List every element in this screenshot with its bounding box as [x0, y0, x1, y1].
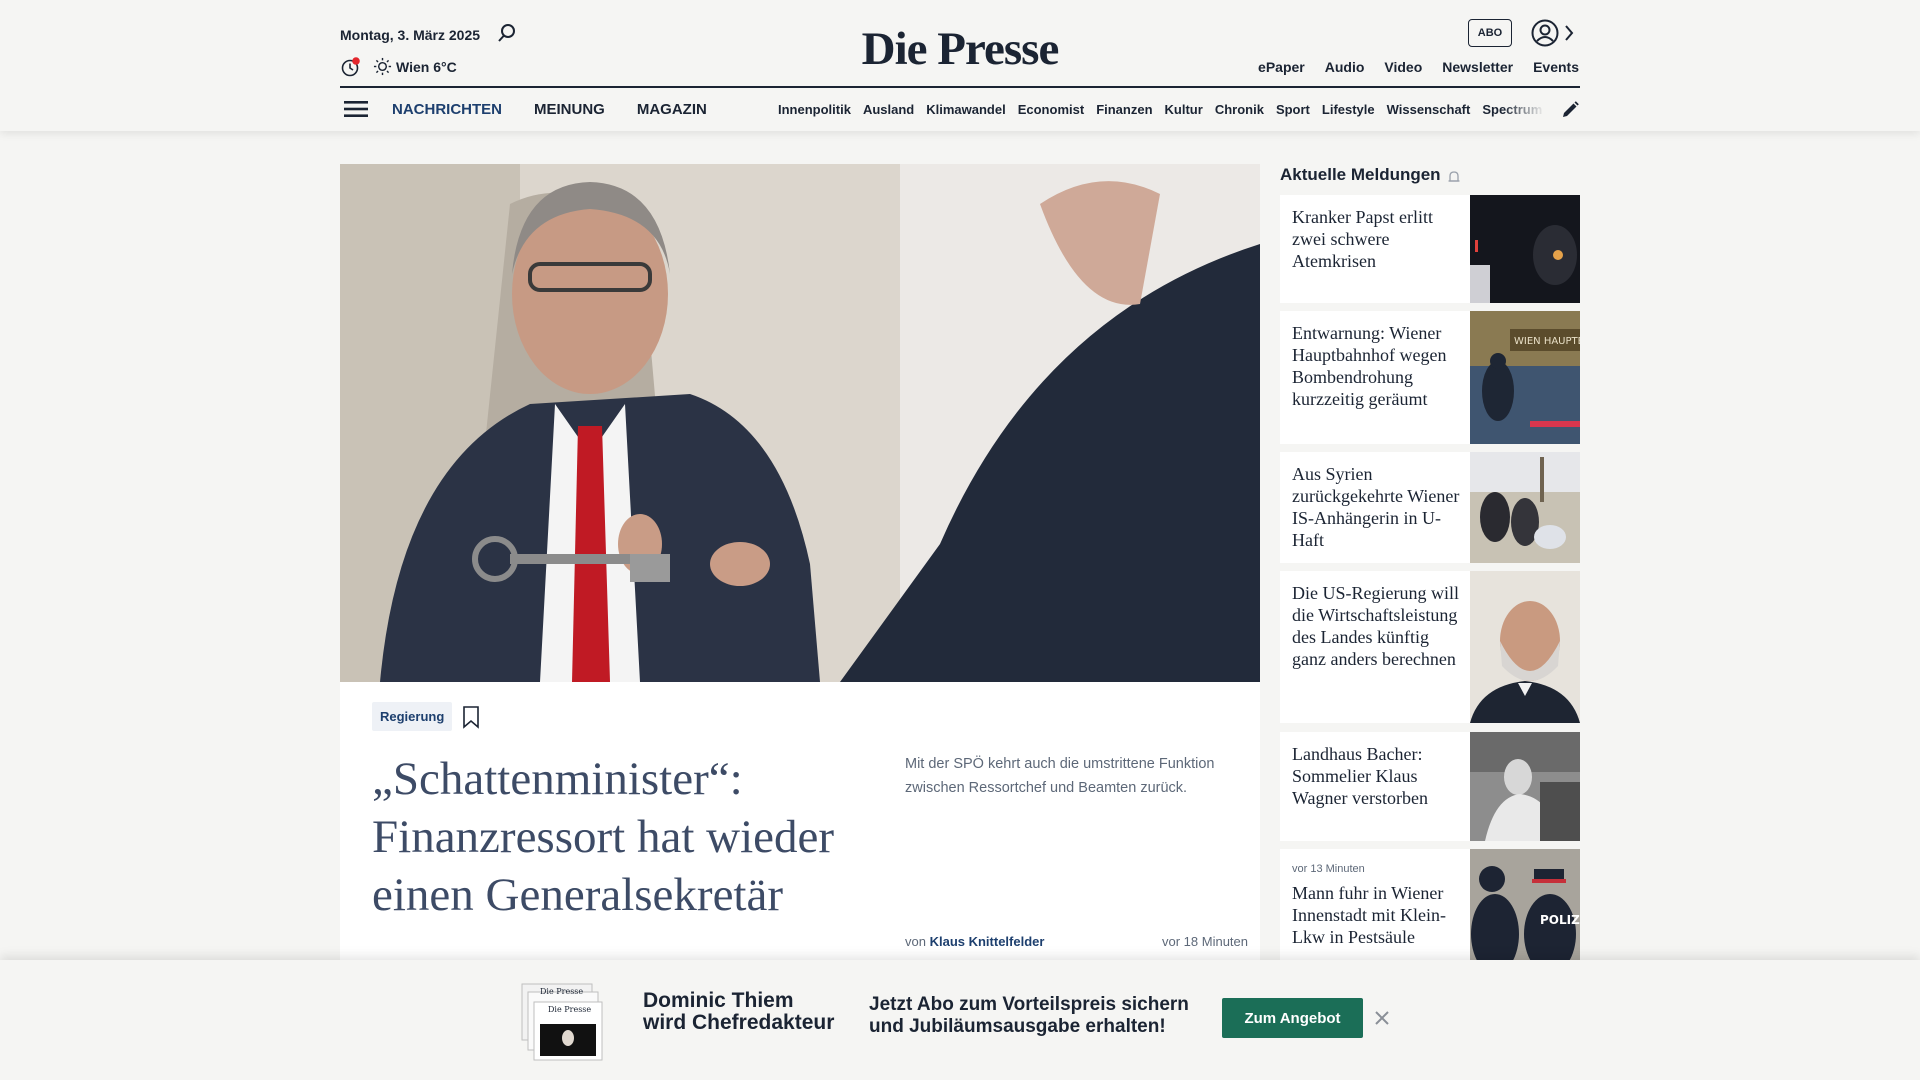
offer-button[interactable]: Zum Angebot	[1222, 998, 1363, 1038]
close-icon[interactable]	[1373, 1009, 1391, 1027]
news-card-image[interactable]	[1470, 195, 1580, 303]
news-card[interactable]: Die US-Regierung will die Wirtschaftslei…	[1280, 571, 1580, 723]
news-card-time: vor 13 Minuten	[1292, 863, 1365, 875]
promo-headline-line2: wird Chefredakteur	[643, 1011, 835, 1034]
link-video[interactable]: Video	[1384, 59, 1422, 75]
lead-teaser: Mit der SPÖ kehrt auch die umstrittene F…	[905, 756, 1215, 796]
link-events[interactable]: Events	[1533, 59, 1579, 75]
section-economist[interactable]: Economist	[1018, 102, 1084, 117]
news-card[interactable]: Landhaus Bacher: Sommelier Klaus Wagner …	[1280, 732, 1580, 841]
news-card-image[interactable]	[1470, 571, 1580, 723]
main-nav: NACHRICHTEN MEINUNG MAGAZIN	[392, 101, 707, 118]
pen-icon[interactable]	[1560, 100, 1580, 120]
section-nav-fade	[1503, 96, 1545, 124]
news-card-title[interactable]: Landhaus Bacher: Sommelier Klaus Wagner …	[1292, 743, 1462, 809]
promo-headline: Dominic Thiem wird Chefredakteur	[643, 990, 834, 1034]
link-newsletter[interactable]: Newsletter	[1442, 59, 1513, 75]
news-card-title[interactable]: Entwarnung: Wiener Hauptbahnhof wegen Bo…	[1292, 322, 1462, 410]
category-tag[interactable]: Regierung	[372, 702, 453, 731]
bookmark-icon[interactable]	[462, 705, 480, 729]
news-card[interactable]: vor 13 Minuten Mann fuhr in Wiener Innen…	[1280, 849, 1580, 960]
header-divider	[340, 86, 1580, 88]
news-card-title[interactable]: Die US-Regierung will die Wirtschaftslei…	[1292, 582, 1462, 670]
nav-nachrichten[interactable]: NACHRICHTEN	[392, 101, 502, 118]
link-audio[interactable]: Audio	[1325, 59, 1365, 75]
news-card-image[interactable]: POLIZ	[1470, 849, 1580, 960]
news-card-image[interactable]: WIEN HAUPTBA	[1470, 311, 1580, 444]
news-card-title[interactable]: Aus Syrien zurückgekehrte Wiener IS-Anhä…	[1292, 463, 1462, 551]
sidebar-title: Aktuelle Meldungen	[1280, 165, 1441, 184]
abo-button[interactable]: ABO	[1468, 19, 1512, 47]
publish-time: vor 18 Minuten	[1162, 934, 1248, 949]
promo-text-line2: und Jubiläumsausgabe erhalten!	[869, 1016, 1166, 1037]
news-card-image[interactable]	[1470, 452, 1580, 563]
nav-magazin[interactable]: MAGAZIN	[637, 101, 707, 118]
news-card-title[interactable]: Kranker Papst erlitt zwei schwere Atemkr…	[1292, 206, 1462, 272]
section-sport[interactable]: Sport	[1276, 102, 1310, 117]
mini-logo-front: Die Presse	[548, 1005, 591, 1014]
link-epaper[interactable]: ePaper	[1258, 59, 1305, 75]
section-chronik[interactable]: Chronik	[1215, 102, 1264, 117]
section-kultur[interactable]: Kultur	[1165, 102, 1203, 117]
section-klimawandel[interactable]: Klimawandel	[926, 102, 1005, 117]
site-logo[interactable]: Die Presse	[0, 22, 1920, 76]
news-card-image[interactable]	[1470, 732, 1580, 841]
bell-icon[interactable]	[1447, 169, 1461, 185]
promo-headline-line1: Dominic Thiem	[643, 989, 794, 1012]
byline-prefix: von	[905, 934, 926, 949]
nav-meinung[interactable]: MEINUNG	[534, 101, 605, 118]
news-card[interactable]: Entwarnung: Wiener Hauptbahnhof wegen Bo…	[1280, 311, 1580, 444]
site-header: Montag, 3. März 2025 Wien 6°C Die Presse…	[0, 0, 1920, 131]
section-lifestyle[interactable]: Lifestyle	[1322, 102, 1375, 117]
section-innenpolitik[interactable]: Innenpolitik	[778, 102, 851, 117]
subscription-banner: Die Presse Die Presse Dominic Thiem wird…	[0, 960, 1920, 1080]
lead-headline[interactable]: „Schattenminister“: Finanzressort hat wi…	[372, 750, 892, 924]
user-icon[interactable]	[1530, 18, 1560, 48]
news-card[interactable]: Kranker Papst erlitt zwei schwere Atemkr…	[1280, 195, 1580, 303]
section-finanzen[interactable]: Finanzen	[1096, 102, 1152, 117]
police-uniform-text: POLIZ	[1540, 913, 1580, 927]
section-ausland[interactable]: Ausland	[863, 102, 914, 117]
chevron-right-icon[interactable]	[1562, 21, 1576, 45]
top-links: ePaper Audio Video Newsletter Events	[1258, 59, 1579, 75]
news-card-title[interactable]: Mann fuhr in Wiener Innenstadt mit Klein…	[1292, 882, 1462, 948]
station-sign-text: WIEN HAUPTBA	[1514, 336, 1580, 347]
newspaper-thumbnail: Die Presse Die Presse	[521, 983, 603, 1061]
section-wissenschaft[interactable]: Wissenschaft	[1387, 102, 1471, 117]
promo-text: Jetzt Abo zum Vorteilspreis sichern und …	[869, 994, 1189, 1038]
mini-logo-back: Die Presse	[540, 987, 583, 996]
news-card[interactable]: Aus Syrien zurückgekehrte Wiener IS-Anhä…	[1280, 452, 1580, 563]
lead-article-image[interactable]	[340, 164, 1260, 682]
menu-icon[interactable]	[344, 99, 368, 119]
author-link[interactable]: Klaus Knittelfelder	[930, 934, 1045, 949]
lead-article[interactable]: Regierung „Schattenminister“: Finanzress…	[340, 164, 1260, 964]
byline: von Klaus Knittelfelder	[905, 934, 1044, 949]
section-nav: Innenpolitik Ausland Klimawandel Economi…	[778, 102, 1543, 117]
promo-text-line1: Jetzt Abo zum Vorteilspreis sichern	[869, 994, 1189, 1015]
